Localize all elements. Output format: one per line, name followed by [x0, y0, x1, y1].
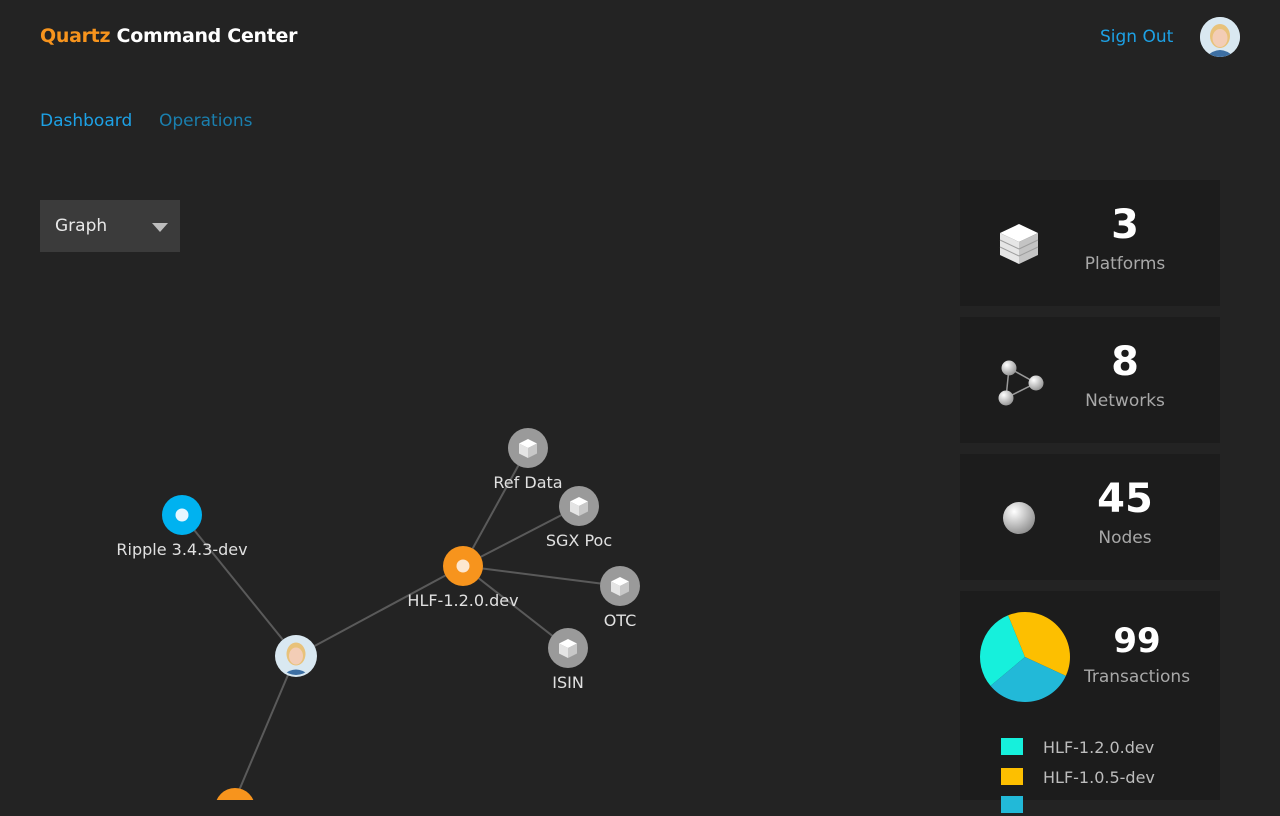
- brand-title: Command Center: [116, 25, 298, 47]
- cube-icon: [999, 224, 1039, 264]
- sign-out-link[interactable]: Sign Out: [1100, 27, 1173, 47]
- graph-label-ref-data: Ref Data: [493, 473, 562, 492]
- network-graph[interactable]: Ripple 3.4.3-dev HLF-1.2.0.dev Ref Data …: [0, 260, 940, 800]
- legend-label: HLF-1.2.0.dev: [1043, 738, 1155, 757]
- graph-node-otc[interactable]: [600, 566, 640, 606]
- sphere-icon: [1003, 502, 1035, 534]
- user-avatar[interactable]: [1200, 17, 1240, 57]
- graph-node-bottom[interactable]: [215, 788, 255, 800]
- graph-edges: [181, 447, 621, 800]
- platforms-card: 3 Platforms: [960, 180, 1220, 306]
- nodes-card: 45 Nodes: [960, 454, 1220, 580]
- legend-swatch: [1001, 738, 1023, 755]
- tab-dashboard[interactable]: Dashboard: [40, 111, 132, 131]
- graph-node-ripple[interactable]: [162, 495, 202, 535]
- app-title: Quartz Command Center: [40, 25, 298, 47]
- graph-label-sgx-poc: SGX Poc: [546, 531, 612, 550]
- transactions-pie-chart: [980, 612, 1070, 702]
- network-icon: [998, 360, 1044, 406]
- platforms-count: 3: [1111, 202, 1139, 248]
- caret-down-icon: [152, 223, 168, 232]
- graph-node-isin[interactable]: [548, 628, 588, 668]
- graph-label-hlf: HLF-1.2.0.dev: [407, 591, 518, 610]
- graph-node-sgx-poc[interactable]: [559, 486, 599, 526]
- avatar-icon: [1200, 17, 1240, 57]
- platforms-label: Platforms: [1084, 254, 1166, 274]
- graph-label-isin: ISIN: [552, 673, 584, 692]
- graph-node-ref-data[interactable]: [508, 428, 548, 468]
- networks-label: Networks: [1085, 391, 1165, 411]
- view-select-value: Graph: [55, 216, 108, 236]
- nodes-count: 45: [1097, 476, 1153, 522]
- networks-count: 8: [1111, 339, 1139, 385]
- brand-accent: Quartz: [40, 25, 111, 47]
- graph-label-otc: OTC: [604, 611, 637, 630]
- graph-node-hlf[interactable]: [443, 546, 483, 586]
- nodes-label: Nodes: [1098, 528, 1152, 548]
- legend-swatch: [1001, 796, 1023, 813]
- graph-label-ripple: Ripple 3.4.3-dev: [116, 540, 247, 559]
- transactions-label: Transactions: [1083, 667, 1191, 687]
- graph-node-user[interactable]: [275, 635, 317, 677]
- view-select[interactable]: Graph: [40, 200, 180, 252]
- networks-card: 8 Networks: [960, 317, 1220, 443]
- legend-swatch: [1001, 768, 1023, 785]
- legend-label: HLF-1.0.5-dev: [1043, 768, 1155, 787]
- tab-operations[interactable]: Operations: [159, 111, 252, 131]
- transactions-count: 99: [1113, 621, 1161, 661]
